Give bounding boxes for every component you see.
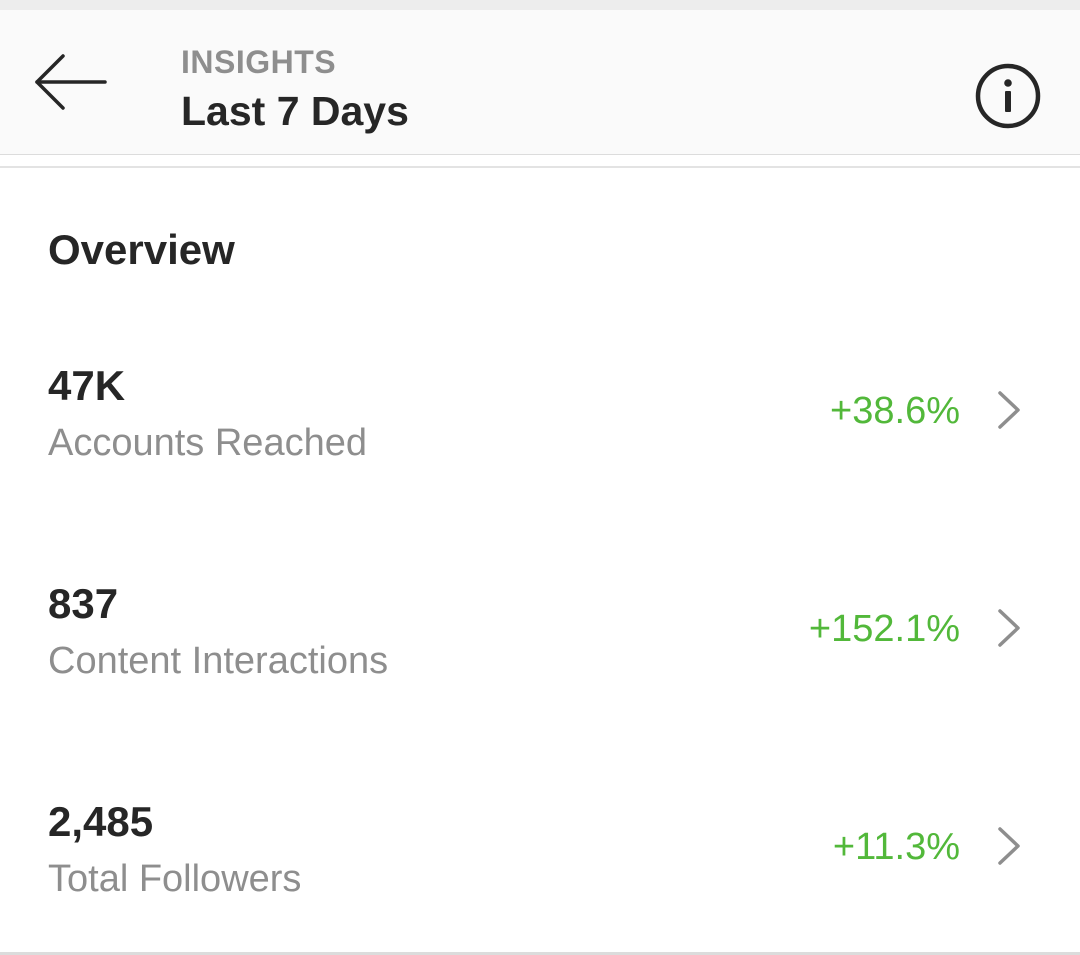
metric-change: +152.1% — [808, 608, 960, 650]
metric-label: Total Followers — [48, 858, 302, 900]
metric-value: 2,485 — [48, 798, 154, 845]
info-circle-icon — [975, 63, 1041, 129]
metric-row-total-followers[interactable]: 2,485 Total Followers +11.3% — [0, 796, 1080, 946]
section-title-overview: Overview — [48, 226, 235, 273]
chevron-right-icon — [998, 827, 1020, 865]
header-divider — [0, 166, 1080, 168]
metric-change: +38.6% — [830, 390, 960, 432]
metric-value: 837 — [48, 580, 119, 627]
title-block: INSIGHTS Last 7 Days — [181, 42, 409, 140]
chevron-right-icon — [998, 609, 1020, 647]
page-title[interactable]: Last 7 Days — [181, 82, 409, 140]
top-app-bar: INSIGHTS Last 7 Days — [0, 10, 1080, 155]
metric-row-content-interactions[interactable]: 837 Content Interactions +152.1% — [0, 578, 1080, 728]
info-button[interactable] — [972, 60, 1044, 132]
status-strip — [0, 0, 1080, 10]
screen-eyebrow: INSIGHTS — [181, 44, 337, 80]
metric-label: Accounts Reached — [48, 422, 367, 464]
back-button[interactable] — [28, 50, 114, 114]
chevron-right-icon — [998, 391, 1020, 429]
arrow-left-icon — [35, 54, 107, 110]
metric-change: +11.3% — [832, 826, 960, 868]
metric-value: 47K — [48, 362, 126, 409]
metric-row-accounts-reached[interactable]: 47K Accounts Reached +38.6% — [0, 360, 1080, 510]
metric-label: Content Interactions — [48, 640, 389, 682]
